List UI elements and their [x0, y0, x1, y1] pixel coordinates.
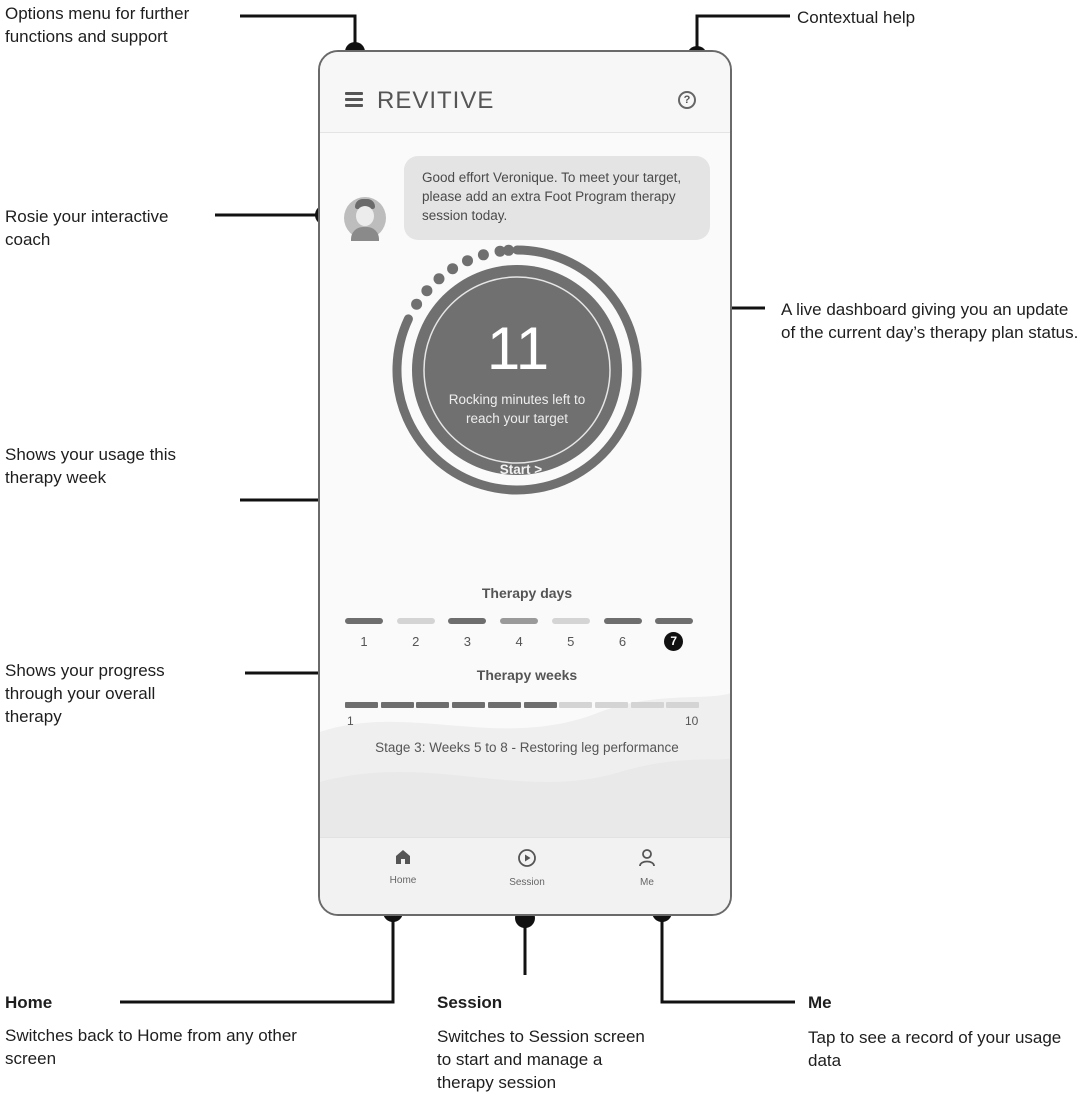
therapy-days-bars — [345, 618, 705, 624]
app-header: REVITIVE ? — [320, 52, 730, 132]
therapy-day-number: 3 — [463, 634, 471, 649]
therapy-stage-text: Stage 3: Weeks 5 to 8 - Restoring leg pe… — [375, 740, 679, 755]
therapy-week-bar — [416, 702, 450, 708]
help-circle-icon[interactable]: ? — [678, 91, 696, 109]
nav-home[interactable]: Home — [368, 848, 438, 886]
dial-remaining-dot — [494, 245, 506, 257]
annotation-session-title: Session — [437, 993, 503, 1012]
therapy-day-bar — [396, 618, 435, 624]
therapy-week-bar — [594, 702, 628, 708]
nav-session[interactable]: Session — [492, 848, 562, 888]
therapy-weeks-title: Therapy weeks — [476, 667, 578, 683]
annotation-me-title: Me — [808, 993, 832, 1012]
dial-remaining-dot — [503, 244, 515, 256]
annotation-session-desc: Switches to Session screen to start and … — [437, 1027, 645, 1092]
therapy-weeks-bars — [345, 702, 702, 708]
therapy-week-bar — [345, 702, 378, 708]
phone-screen: REVITIVE ? Good effort Veronique. To mee… — [318, 50, 732, 916]
therapy-week-bar — [630, 702, 664, 708]
weeks-start-label: 1 — [347, 714, 354, 728]
start-session-button[interactable]: Start > — [480, 458, 562, 482]
therapy-days-title: Therapy days — [481, 585, 573, 601]
annotation-dashboard: A live dashboard giving you an update of… — [781, 300, 1079, 342]
therapy-day-number: 1 — [360, 634, 368, 649]
therapy-day-number: 4 — [515, 634, 523, 649]
therapy-week-bar — [559, 702, 593, 708]
minutes-left-value: 11 — [486, 315, 550, 382]
nav-me[interactable]: Me — [612, 848, 682, 888]
therapy-day-bar — [655, 618, 694, 624]
nav-session-label: Session — [509, 877, 545, 888]
therapy-week-bar — [523, 702, 557, 708]
user-icon — [639, 849, 655, 867]
dial-remaining-dot — [477, 249, 489, 261]
annotation-progress: Shows your progress through your overall… — [5, 661, 165, 726]
hamburger-menu-icon[interactable] — [345, 92, 363, 107]
dial-remaining-dots — [411, 244, 515, 310]
therapy-week-bar — [487, 702, 521, 708]
therapy-week-bar — [666, 702, 700, 708]
minutes-left-caption: Rocking minutes left to reach your targe… — [448, 392, 586, 426]
app-brand-title: REVITIVE — [377, 87, 495, 114]
play-circle-icon — [518, 849, 536, 867]
dial-remaining-dot — [421, 285, 433, 297]
weeks-end-label: 10 — [685, 714, 699, 728]
therapy-day-number: 2 — [412, 634, 420, 649]
home-icon — [396, 850, 410, 864]
annotation-home-title: Home — [5, 993, 53, 1012]
annotation-usage-week: Shows your usage this therapy week — [5, 445, 177, 487]
therapy-day-bar — [345, 618, 383, 624]
nav-home-label: Home — [389, 875, 417, 886]
annotation-rosie: Rosie your interactive coach — [5, 207, 169, 249]
therapy-day-current: 7 — [664, 632, 684, 651]
therapy-day-bar — [448, 618, 487, 624]
annotation-contextual-help: Contextual help — [797, 8, 916, 27]
annotation-me-desc: Tap to see a record of your usage data — [808, 1028, 1062, 1070]
therapy-day-bar — [500, 618, 539, 624]
bottom-nav: Home Session Me — [320, 837, 730, 914]
coach-avatar[interactable] — [344, 197, 386, 241]
annotation-home-desc: Switches back to Home from any other scr… — [5, 1026, 297, 1068]
annotation-options-menu: Options menu for further functions and s… — [5, 4, 190, 46]
header-divider — [320, 132, 730, 133]
dial-remaining-dot — [462, 255, 473, 267]
dial-remaining-dot — [411, 298, 423, 310]
background-wave — [320, 693, 730, 852]
therapy-week-bar — [380, 702, 414, 708]
therapy-day-bar — [603, 618, 642, 624]
therapy-day-number: 5 — [567, 634, 575, 649]
coach-message-bubble: Good effort Veronique. To meet your targ… — [404, 156, 710, 240]
dial-remaining-dot — [433, 273, 445, 285]
therapy-day-bar — [551, 618, 590, 624]
therapy-week-bar — [452, 702, 486, 708]
nav-me-label: Me — [640, 877, 654, 888]
therapy-day-number: 6 — [618, 634, 627, 649]
dial-remaining-dot — [447, 263, 459, 275]
